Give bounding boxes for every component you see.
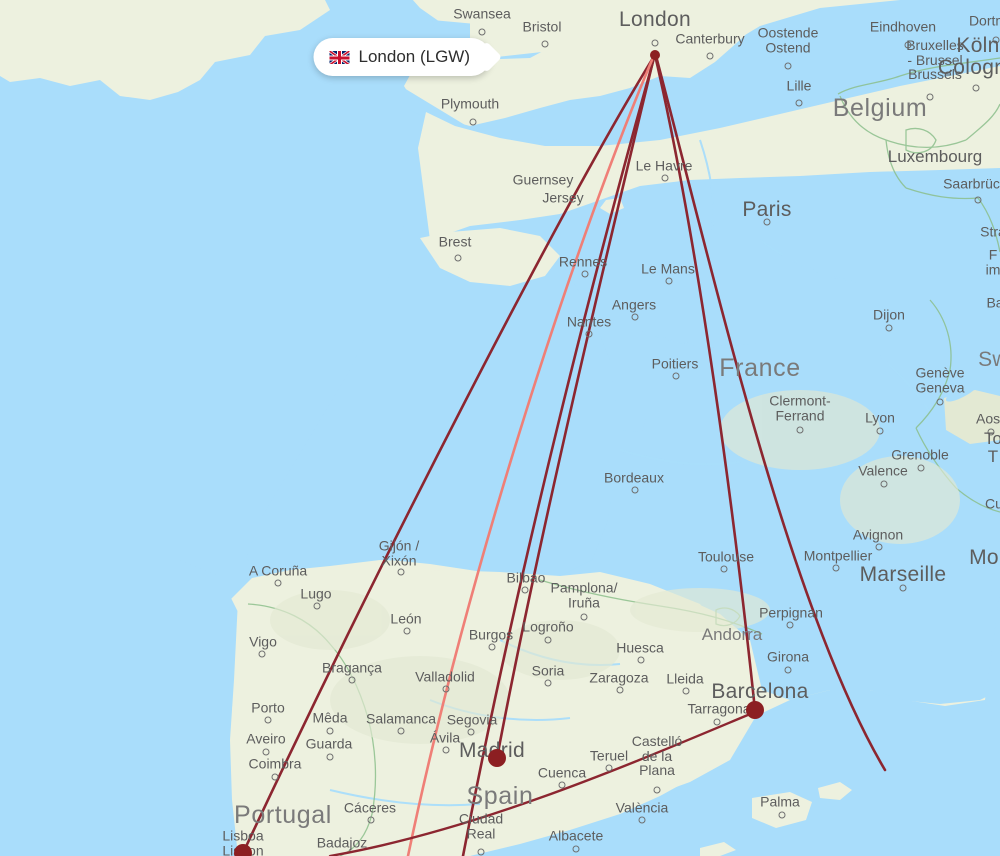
airport-marker-destination[interactable]	[234, 844, 252, 856]
airport-marker-destination[interactable]	[746, 701, 764, 719]
airport-markers-layer	[0, 0, 1000, 856]
uk-flag-icon	[329, 50, 350, 64]
tooltip-label: London (LGW)	[358, 47, 471, 66]
airport-marker-hub[interactable]	[650, 50, 660, 60]
flight-route-map[interactable]: Swansea Bristol London Canterbury Oostende O…	[0, 0, 1000, 856]
airport-tooltip[interactable]: London (LGW)	[313, 38, 502, 76]
airport-marker-destination[interactable]	[488, 749, 506, 767]
